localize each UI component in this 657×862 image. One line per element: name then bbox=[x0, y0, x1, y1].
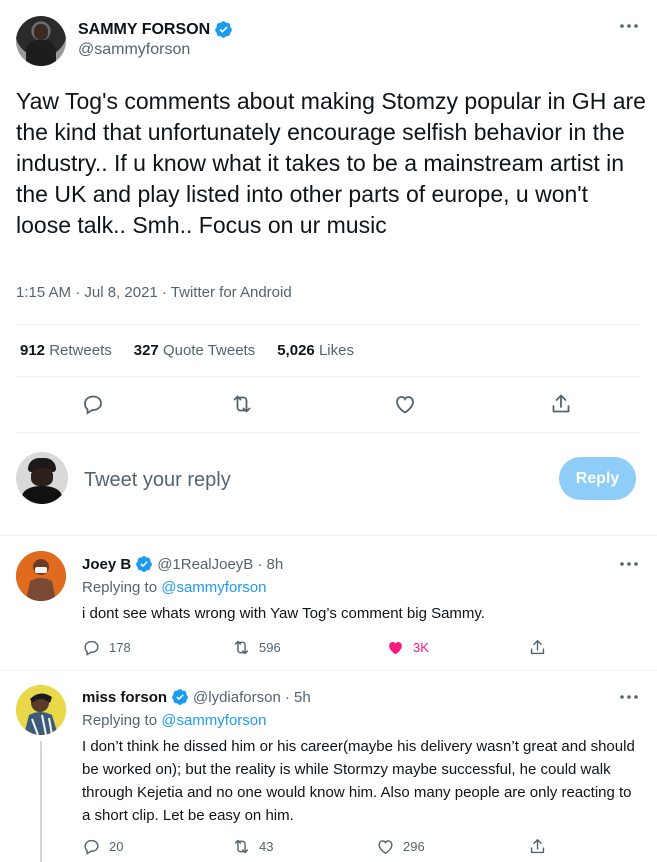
reply-actions: 178 596 3K bbox=[82, 638, 562, 658]
verified-badge-icon bbox=[215, 21, 232, 38]
reply-button[interactable]: Reply bbox=[559, 457, 636, 500]
reply-count: 20 bbox=[109, 839, 124, 854]
quotes-stat[interactable]: 327 Quote Tweets bbox=[134, 342, 255, 359]
retweet-action[interactable]: 596 bbox=[232, 638, 281, 657]
share-icon[interactable] bbox=[549, 392, 573, 416]
more-icon[interactable] bbox=[617, 687, 641, 707]
author-handle[interactable]: @sammyforson bbox=[78, 41, 190, 59]
quotes-label: Quote Tweets bbox=[162, 342, 256, 359]
reply-action[interactable]: 20 bbox=[82, 837, 123, 856]
verified-badge-icon bbox=[136, 556, 153, 572]
divider bbox=[16, 376, 641, 377]
retweets-label: Retweets bbox=[49, 342, 112, 359]
replying-mention[interactable]: @sammyforson bbox=[161, 712, 266, 729]
likes-label: Likes bbox=[318, 342, 354, 359]
reply-actions: 20 43 296 bbox=[82, 837, 562, 857]
like-icon[interactable] bbox=[393, 392, 417, 416]
retweets-stat[interactable]: 912 Retweets bbox=[20, 342, 112, 359]
share-action[interactable] bbox=[528, 638, 547, 657]
reply-author-handle[interactable]: @1RealJoeyB bbox=[157, 556, 253, 573]
reply-author-handle[interactable]: @lydiaforson bbox=[193, 689, 281, 706]
like-count: 296 bbox=[403, 839, 425, 854]
like-action[interactable]: 296 bbox=[376, 837, 425, 856]
retweet-count: 596 bbox=[259, 640, 281, 655]
more-icon[interactable] bbox=[617, 16, 641, 36]
reply-icon[interactable] bbox=[81, 392, 105, 416]
reply-text: I don’t think he dissed him or his caree… bbox=[82, 738, 635, 824]
reply-count: 178 bbox=[109, 640, 131, 655]
replying-prefix: Replying to bbox=[82, 712, 158, 729]
reply-composer: Tweet your reply Reply bbox=[0, 446, 657, 516]
like-icon bbox=[389, 641, 402, 655]
share-icon bbox=[530, 640, 545, 655]
retweet-icon bbox=[234, 640, 249, 655]
replying-prefix: Replying to bbox=[82, 579, 158, 596]
reply-text: i dont see whats wrong with Yaw Tog’s co… bbox=[82, 605, 485, 622]
likes-stat[interactable]: 5,026 Likes bbox=[277, 342, 354, 359]
tweet-actions bbox=[0, 392, 657, 416]
retweet-count: 43 bbox=[259, 839, 274, 854]
like-icon bbox=[378, 840, 393, 855]
reply-time[interactable]: · 5h bbox=[285, 689, 311, 706]
quotes-count: 327 bbox=[133, 342, 159, 359]
replying-to: Replying to @sammyforson bbox=[82, 712, 266, 729]
avatar[interactable] bbox=[16, 551, 66, 601]
verified-badge-icon bbox=[172, 689, 188, 705]
avatar[interactable] bbox=[16, 685, 66, 735]
replying-mention[interactable]: @sammyforson bbox=[161, 579, 266, 596]
tweet-timestamp[interactable]: 1:15 AM · Jul 8, 2021 · Twitter for Andr… bbox=[16, 284, 292, 301]
share-icon bbox=[530, 839, 545, 854]
reply-time[interactable]: · 8h bbox=[257, 556, 283, 573]
reply-action[interactable]: 178 bbox=[82, 638, 131, 657]
reply-icon bbox=[84, 839, 99, 855]
like-action[interactable]: 3K bbox=[386, 638, 429, 657]
thread-line bbox=[40, 741, 42, 862]
author-name-row[interactable]: SAMMY FORSON bbox=[78, 20, 233, 39]
retweet-icon bbox=[234, 839, 249, 854]
avatar[interactable] bbox=[16, 16, 66, 66]
replying-to: Replying to @sammyforson bbox=[82, 579, 266, 596]
reply-tweet[interactable]: Joey B @1RealJoeyB · 8h Replying to @sam… bbox=[0, 536, 657, 669]
likes-count: 5,026 bbox=[277, 342, 315, 359]
reply-author-name[interactable]: Joey B bbox=[82, 556, 131, 573]
divider bbox=[16, 324, 641, 325]
reply-icon bbox=[84, 640, 99, 656]
retweet-icon[interactable] bbox=[230, 392, 254, 416]
tweet-text: Yaw Tog's comments about making Stomzy p… bbox=[16, 88, 646, 238]
divider bbox=[16, 432, 641, 433]
retweet-action[interactable]: 43 bbox=[232, 837, 273, 856]
author-name[interactable]: SAMMY FORSON bbox=[78, 21, 210, 39]
share-action[interactable] bbox=[528, 837, 547, 856]
more-icon[interactable] bbox=[617, 554, 641, 574]
reply-tweet[interactable]: miss forson @lydiaforson · 5h Replying t… bbox=[0, 671, 657, 862]
avatar[interactable] bbox=[16, 452, 68, 504]
reply-author-name[interactable]: miss forson bbox=[82, 689, 167, 706]
retweets-count: 912 bbox=[20, 342, 46, 359]
tweet-stats: 912 Retweets 327 Quote Tweets 5,026 Like… bbox=[20, 342, 376, 359]
like-count: 3K bbox=[413, 640, 429, 655]
reply-input[interactable]: Tweet your reply bbox=[84, 469, 231, 492]
